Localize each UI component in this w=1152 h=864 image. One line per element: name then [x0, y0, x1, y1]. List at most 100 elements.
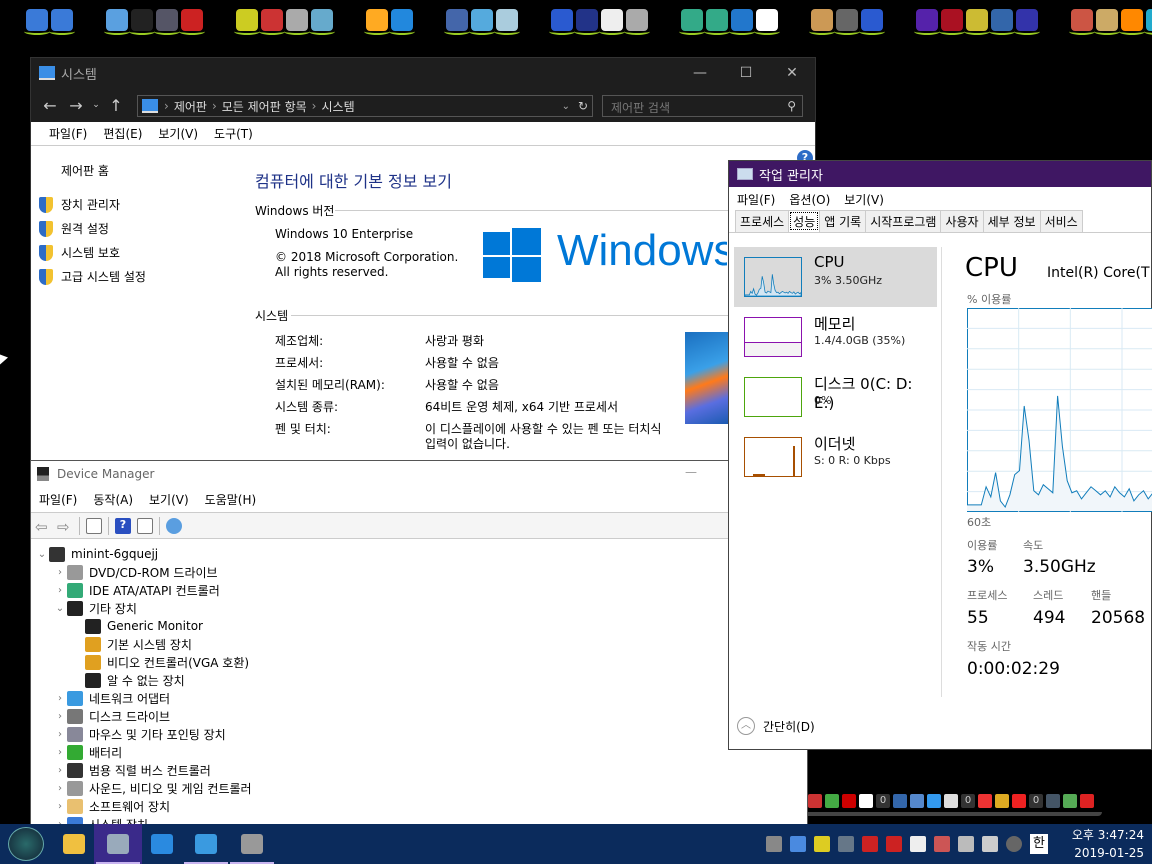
menu-file[interactable]: 파일(F)	[737, 191, 775, 208]
menu-options[interactable]: 옵션(O)	[789, 191, 830, 208]
flower-icon[interactable]	[364, 9, 390, 35]
address-bar[interactable]: › 제어판 › 모든 제어판 항목 › 시스템 ⌄ ↻	[137, 95, 593, 117]
forward-button[interactable]: →	[63, 96, 89, 115]
device-manager-taskbar-button[interactable]	[228, 824, 276, 864]
search-blue-icon[interactable]	[1144, 9, 1152, 35]
hanja-icon[interactable]	[842, 794, 856, 808]
action-pane-icon[interactable]	[137, 517, 153, 534]
chip-icon[interactable]	[914, 9, 940, 35]
control-panel-taskbar-button[interactable]	[182, 824, 230, 864]
tree-item[interactable]: › 소프트웨어 장치	[53, 797, 170, 815]
sidebar-item-advanced-settings[interactable]: 고급 시스템 설정	[39, 268, 146, 285]
perf-item-disk[interactable]: 디스크 0(C: D: E:) 0%	[734, 367, 937, 427]
tree-item[interactable]: › DVD/CD-ROM 드라이브	[53, 563, 218, 581]
tree-item[interactable]: ⌄ minint-6gquejj	[35, 545, 158, 563]
cubes-icon[interactable]	[1069, 9, 1095, 35]
counter-badge[interactable]: 0	[961, 794, 975, 808]
wrench-tool-icon[interactable]	[469, 9, 495, 35]
menu-help[interactable]: 도움말(H)	[205, 491, 257, 508]
fc-icon[interactable]	[574, 9, 600, 35]
network-settings-icon[interactable]	[24, 9, 50, 35]
tree-item[interactable]: › 디스크 드라이브	[53, 707, 170, 725]
network-icon[interactable]	[790, 836, 806, 852]
perf-item-ethernet[interactable]: 이더넷 S: 0 R: 0 Kbps	[734, 427, 937, 487]
chevron-right-icon[interactable]: ›	[53, 801, 67, 812]
menu-file[interactable]: 파일(F)	[39, 491, 77, 508]
usb-icon[interactable]	[834, 9, 860, 35]
minimize-button[interactable]: —	[677, 58, 723, 88]
osd-icon[interactable]	[838, 836, 854, 852]
computer-icon[interactable]	[104, 9, 130, 35]
network-disabled-icon[interactable]	[49, 9, 75, 35]
menu-tools[interactable]: 도구(T)	[214, 125, 253, 142]
tab-details[interactable]: 세부 정보	[982, 210, 1041, 232]
file-explorer-taskbar-button[interactable]	[50, 824, 98, 864]
minimize-button[interactable]: —	[685, 465, 697, 479]
close-circle-icon[interactable]	[1006, 836, 1022, 852]
ie-toy-icon[interactable]	[814, 836, 830, 852]
tab-startup[interactable]: 시작프로그램	[865, 210, 942, 232]
device-icon[interactable]	[494, 9, 520, 35]
soccer-icon[interactable]	[825, 794, 839, 808]
chevron-right-icon[interactable]: ›	[53, 711, 67, 722]
chevron-right-icon[interactable]: ›	[53, 747, 67, 758]
pie-chart-icon[interactable]	[444, 9, 470, 35]
tree-item[interactable]: › IDE ATA/ATAPI 컨트롤러	[53, 581, 220, 599]
display-settings-icon[interactable]	[154, 9, 180, 35]
tree-item[interactable]: › 마우스 및 기타 포인팅 장치	[53, 725, 226, 743]
lightbulb-icon[interactable]	[964, 9, 990, 35]
menu-edit[interactable]: 편집(E)	[103, 125, 142, 142]
help-icon[interactable]	[1014, 9, 1040, 35]
internet-explorer-taskbar-button[interactable]	[138, 824, 186, 864]
breadcrumb-item[interactable]: 제어판	[174, 98, 207, 115]
power-icon[interactable]	[1080, 794, 1094, 808]
clock[interactable]: 오후 3:47:24 2019-01-25	[1072, 826, 1144, 862]
up-button[interactable]: ↑	[103, 96, 129, 115]
back-arrow-icon[interactable]: ⇦	[35, 518, 51, 536]
chevron-down-icon[interactable]: ⌄	[35, 549, 49, 560]
drive-green-icon[interactable]	[679, 9, 705, 35]
chevron-right-icon[interactable]: ›	[53, 765, 67, 776]
maximize-button[interactable]: ☐	[723, 58, 769, 88]
menu-view[interactable]: 보기(V)	[844, 191, 884, 208]
tab-performance[interactable]: 성능	[788, 210, 821, 232]
menu-view[interactable]: 보기(V)	[149, 491, 189, 508]
go-icon[interactable]	[859, 794, 873, 808]
fewer-details-button[interactable]: ︿ 간단히(D)	[737, 717, 815, 735]
cd-icon[interactable]	[809, 9, 835, 35]
book-icon[interactable]	[309, 9, 335, 35]
ram-icon[interactable]	[1063, 794, 1077, 808]
letter-a-icon[interactable]	[549, 9, 575, 35]
chevron-down-icon[interactable]: ⌄	[53, 603, 67, 614]
tree-item[interactable]: › 범용 직렬 버스 컨트롤러	[53, 761, 211, 779]
start-orb-icon[interactable]	[8, 827, 44, 861]
network-drive-icon[interactable]	[989, 9, 1015, 35]
close-button[interactable]: ✕	[769, 58, 815, 88]
scan-hardware-icon[interactable]	[166, 517, 182, 534]
tree-item[interactable]: 알 수 없는 장치	[71, 671, 185, 689]
volume-icon[interactable]	[927, 794, 941, 808]
network-icon[interactable]	[893, 794, 907, 808]
forward-arrow-icon[interactable]: ⇨	[57, 518, 73, 536]
breadcrumb-item[interactable]: 시스템	[321, 98, 354, 115]
usb-eject-icon[interactable]	[958, 836, 974, 852]
grid-icon[interactable]	[766, 836, 782, 852]
disk-tool-icon[interactable]	[284, 9, 310, 35]
tree-item[interactable]: 기본 시스템 장치	[71, 635, 192, 653]
chevron-right-icon[interactable]: ›	[53, 783, 67, 794]
7zip-icon[interactable]	[754, 9, 780, 35]
tab-users[interactable]: 사용자	[940, 210, 984, 232]
help-icon[interactable]: ?	[115, 517, 131, 534]
magnet-icon[interactable]	[862, 836, 878, 852]
tree-item[interactable]: ⌄ 기타 장치	[53, 599, 137, 617]
font-icon[interactable]	[910, 836, 926, 852]
user-settings-icon[interactable]	[624, 9, 650, 35]
perf-item-cpu[interactable]: CPU 3% 3.50GHz	[734, 247, 937, 307]
menu-view[interactable]: 보기(V)	[158, 125, 198, 142]
tab-app-history[interactable]: 앱 기록	[819, 210, 867, 232]
puzzle-yellow-icon[interactable]	[234, 9, 260, 35]
address-dropdown-icon[interactable]: ⌄	[562, 101, 570, 112]
drive-refresh-icon[interactable]	[704, 9, 730, 35]
sidebar-item-device-manager[interactable]: 장치 관리자	[39, 196, 120, 213]
tree-item[interactable]: Generic Monitor	[71, 617, 203, 635]
